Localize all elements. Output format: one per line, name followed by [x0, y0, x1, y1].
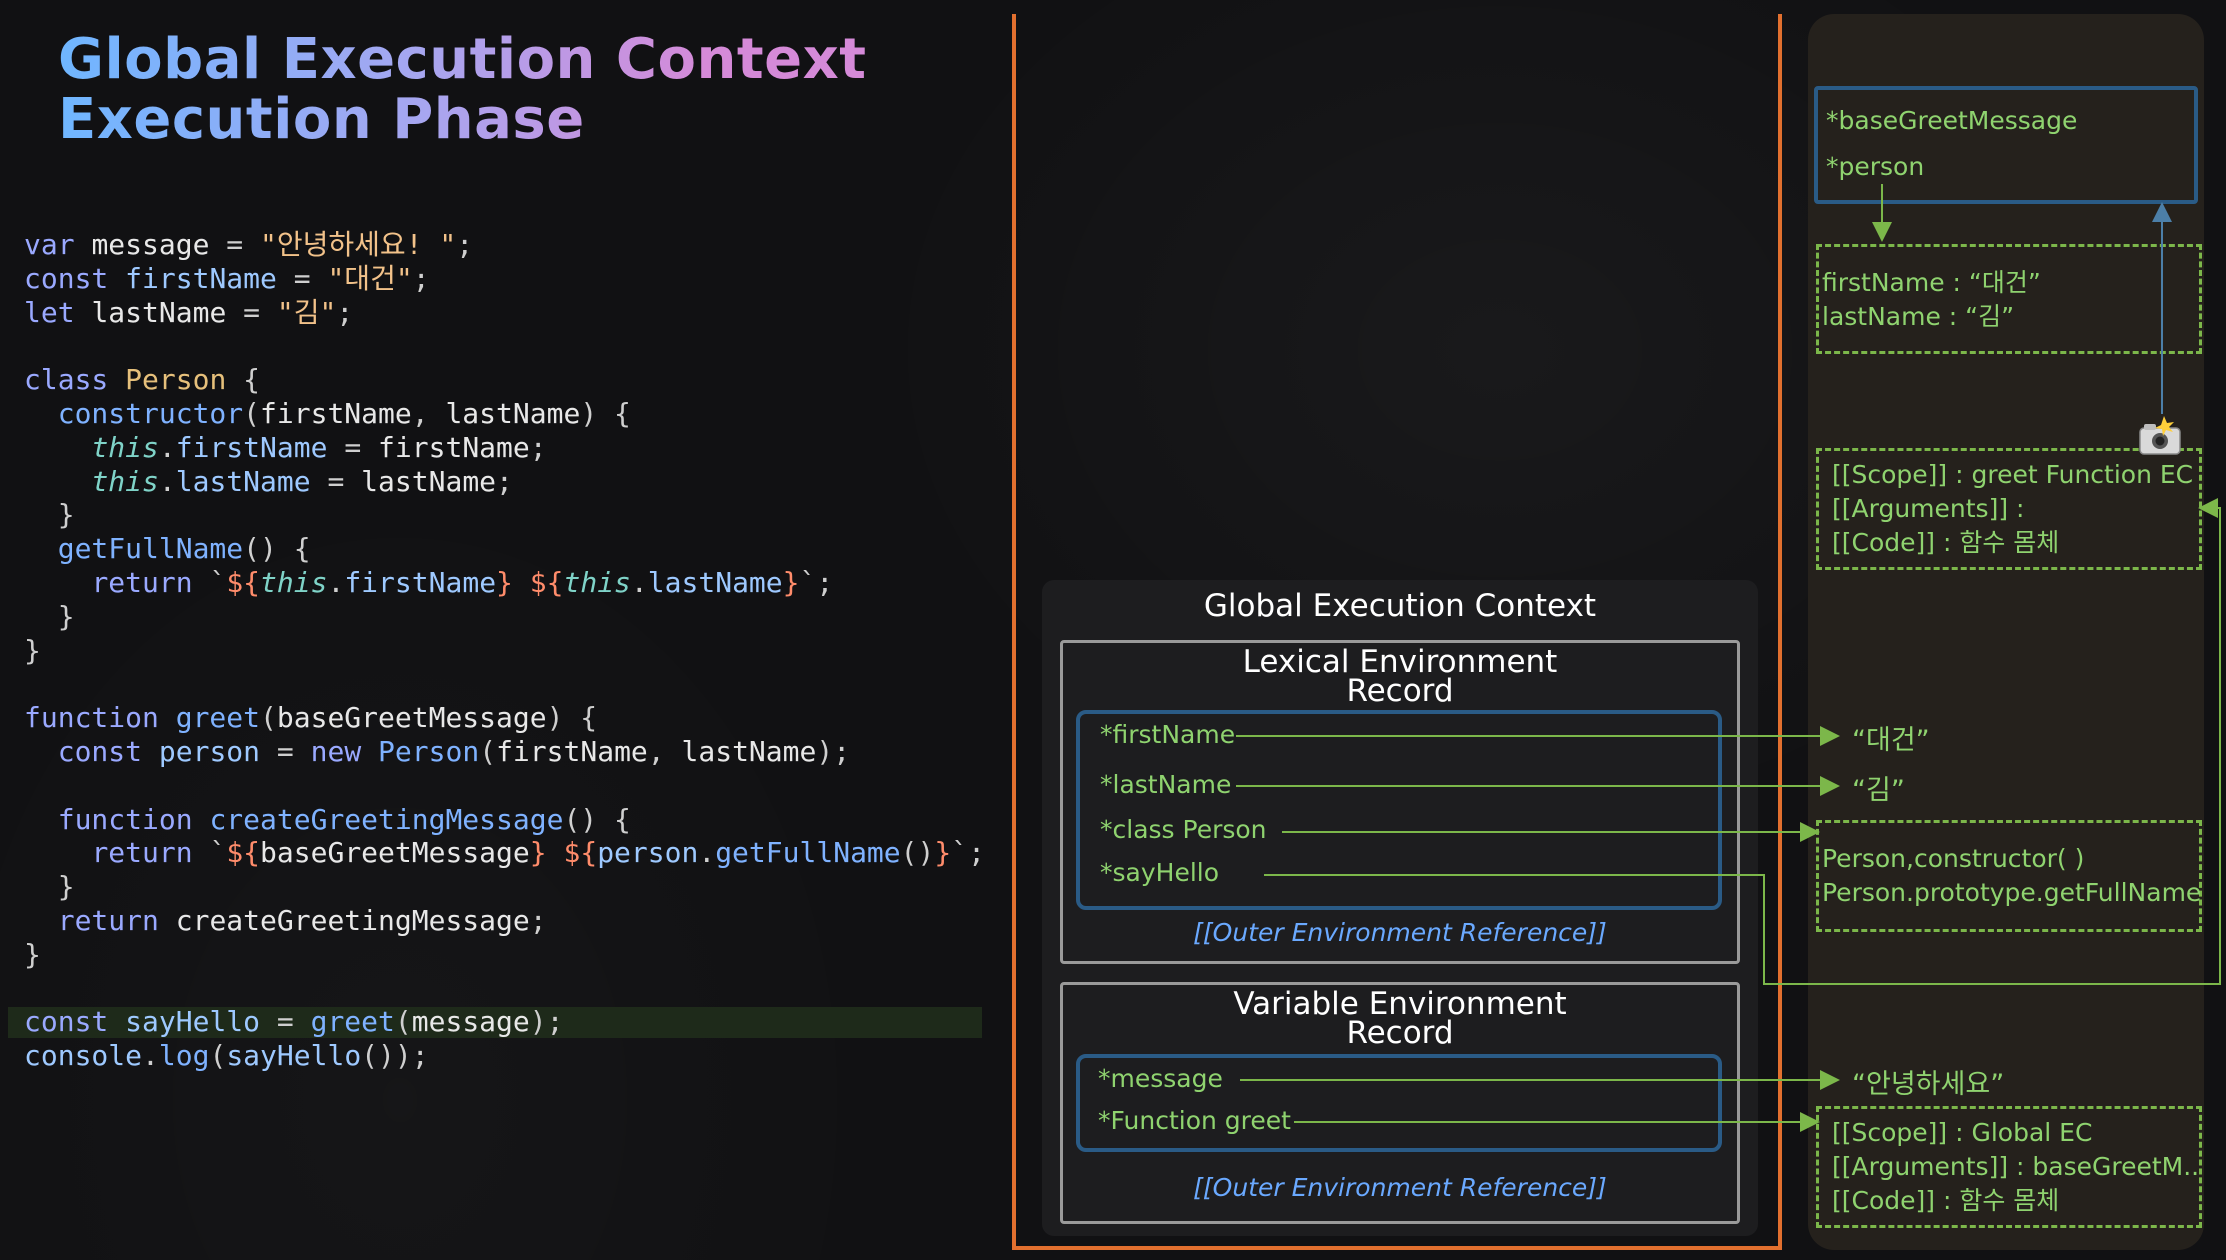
reference-arrows — [1236, 184, 2221, 1132]
arrow-sayhello — [1264, 498, 2221, 985]
